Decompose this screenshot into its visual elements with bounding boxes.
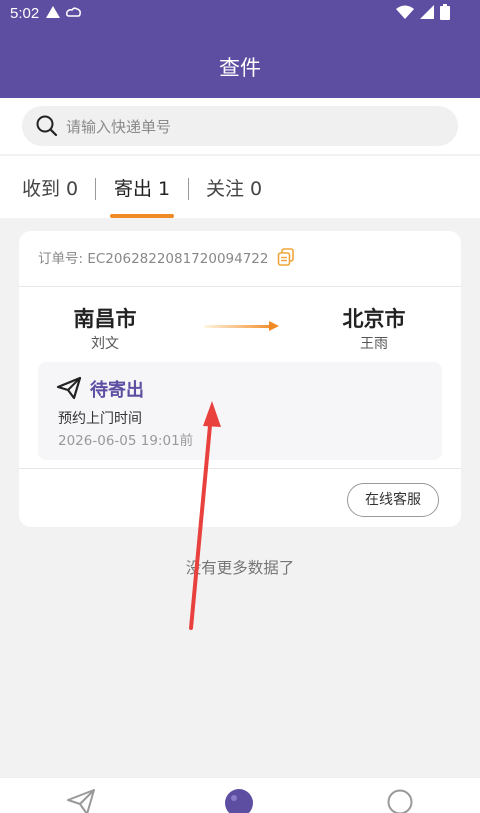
bottom-navigation	[0, 777, 480, 813]
order-status-box: 待寄出 预约上门时间 2026-06-05 19:01前	[38, 362, 442, 460]
divider	[19, 286, 461, 287]
no-more-data-text: 没有更多数据了	[185, 559, 295, 577]
tab-followed[interactable]: 关注 0	[206, 174, 262, 201]
active-tab-indicator	[110, 214, 174, 218]
from-city: 南昌市	[73, 307, 137, 331]
tab-sent[interactable]: 寄出 1	[114, 174, 170, 201]
battery-icon	[440, 4, 450, 20]
order-number-row: 订单号: EC2062822081720094722	[38, 247, 295, 267]
route-arrow	[204, 325, 276, 328]
search-section: 请输入快递单号	[0, 98, 480, 154]
page-title: 查件	[219, 56, 261, 80]
wifi-icon	[396, 5, 414, 19]
divider	[19, 468, 461, 469]
pickup-time-value: 2026-06-05 19:01前	[58, 433, 194, 449]
signal-icon	[420, 5, 434, 19]
to-person: 王雨	[360, 336, 388, 352]
route-arrow-head-icon	[269, 321, 279, 331]
pickup-time-label: 预约上门时间	[58, 411, 142, 427]
send-nav-icon[interactable]	[66, 788, 96, 813]
tab-received[interactable]: 收到 0	[22, 174, 78, 201]
search-input[interactable]: 请输入快递单号	[22, 106, 458, 146]
from-person: 刘文	[91, 336, 119, 352]
order-card[interactable]: 订单号: EC2062822081720094722 南昌市 刘文 北京市 王雨…	[19, 231, 461, 527]
tab-divider	[95, 178, 96, 200]
cloud-icon	[66, 7, 81, 17]
header-bar: 查件	[0, 28, 480, 98]
status-time: 5:02	[10, 5, 40, 22]
search-placeholder: 请输入快递单号	[66, 117, 172, 136]
tab-divider	[188, 178, 189, 200]
profile-nav-icon[interactable]	[386, 788, 414, 813]
tab-bar: 收到 0 寄出 1 关注 0	[0, 156, 480, 218]
track-nav-icon[interactable]	[224, 788, 254, 813]
order-status: 待寄出	[90, 380, 144, 401]
warning-triangle-icon	[46, 6, 60, 18]
paper-plane-icon	[56, 376, 82, 400]
order-number: 订单号: EC2062822081720094722	[38, 251, 269, 267]
status-bar: 5:02	[0, 0, 480, 28]
copy-icon[interactable]	[277, 248, 295, 266]
online-service-button[interactable]: 在线客服	[347, 483, 439, 517]
to-city: 北京市	[342, 307, 406, 331]
search-icon	[36, 115, 58, 137]
